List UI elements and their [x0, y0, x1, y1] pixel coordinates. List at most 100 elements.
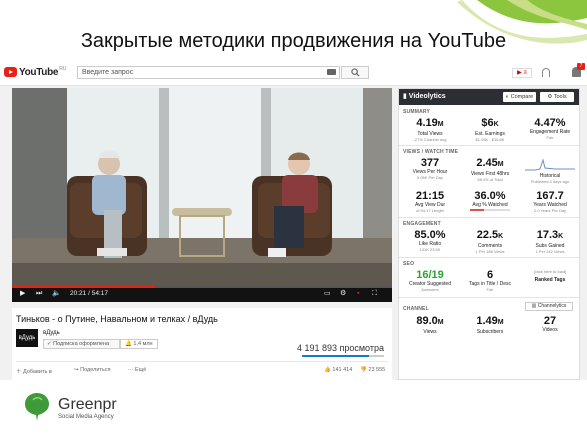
stat-value: 2.45: [476, 157, 498, 169]
tools-label: Tools: [553, 94, 567, 100]
stat-unit: K: [498, 233, 504, 240]
section-channel: CHANNEL: [403, 306, 429, 312]
stat-tags-in-title: 6 Tags in Title / Desc Fair: [461, 269, 519, 292]
stat-avg-view-dur: 21:15 Avg View Dur of 54:17 Length: [401, 190, 459, 213]
stat-label: Ranked Tags: [534, 277, 566, 283]
youtube-logo-text: YouTube: [19, 66, 59, 78]
subscribe-button[interactable]: ✓ Подписка оформлена: [43, 339, 120, 349]
upload-menu-icon[interactable]: ▶ ≡: [512, 68, 532, 78]
apps-icon[interactable]: [542, 68, 550, 77]
compare-button[interactable]: ◐ Compare: [503, 92, 536, 102]
stat-value: 6: [486, 269, 494, 281]
brand-tagline: Social Media Agency: [58, 414, 114, 420]
stat-value: 27: [543, 315, 557, 327]
section-seo: SEO: [403, 261, 415, 267]
stat-est-earnings: $6K Est. Earnings $1.05K - $16.8K: [461, 117, 519, 142]
add-to-button[interactable]: ＋ Добавить в: [16, 367, 52, 375]
current-time: 20:21: [70, 290, 87, 297]
play-icon[interactable]: ▶: [20, 290, 25, 298]
divider: [399, 217, 579, 218]
keyboard-icon[interactable]: [327, 69, 336, 75]
section-engagement: ENGAGEMENT: [403, 221, 441, 227]
videolytics-header: ▮ Videolytics ◐ Compare ⚙ Tools: [399, 89, 579, 105]
stat-label: Videos: [542, 327, 558, 333]
greenpr-logo-icon: [25, 393, 49, 421]
ranked-tags-load-link[interactable]: [click here to load]: [521, 269, 579, 274]
youtube-logo-suffix: RU: [59, 66, 67, 72]
slide: Закрытые методики продвижения на YouTube…: [0, 0, 587, 441]
stat-views-first-48: 2.45M Views First 48hrs 58.4% of Total: [461, 157, 519, 182]
section-views-watch: VIEWS / WATCH TIME: [403, 149, 459, 155]
stat-value: 377: [420, 157, 440, 169]
channelytics-label: Channelytics: [537, 303, 567, 309]
stat-value: 17.3: [536, 229, 559, 241]
stat-total-views: 4.19M Total Views -27% Channel avg: [401, 117, 459, 142]
brand-name: Greenpr: [58, 396, 117, 413]
dislike-count: 23 555: [368, 367, 386, 373]
more-button[interactable]: ⋯ Ещё: [128, 367, 146, 373]
stat-subs-gained: 17.3K Subs Gained 1 Per 242 Views: [521, 229, 579, 254]
tools-button[interactable]: ⚙ Tools: [540, 92, 574, 102]
avg-watched-bar: [470, 209, 510, 211]
playback-progress-fill: [12, 286, 155, 288]
divider: [16, 361, 388, 362]
dislike-button[interactable]: 👎 23 555: [360, 367, 385, 373]
stat-value: 4.47%: [534, 117, 566, 129]
stat-sub: 1 Per 186 Views: [475, 249, 505, 254]
stat-like-ratio: 85.0% Like Ratio 141K 23.5K: [401, 229, 459, 252]
stat-label: Avg % Watched: [472, 202, 508, 208]
stat-sub: Published 4 days ago: [530, 179, 570, 184]
divider: [399, 297, 579, 298]
stat-comments: 22.5K Comments 1 Per 186 Views: [461, 229, 519, 254]
stat-value: 36.0%: [474, 190, 506, 202]
stat-sub: 58.4% of Total: [477, 177, 503, 182]
stat-label: Subscribers: [476, 329, 504, 335]
stat-ranked-tags[interactable]: [click here to load] Ranked Tags: [521, 269, 579, 283]
channelytics-button[interactable]: ▥ Channelytics: [525, 302, 573, 311]
like-count: 141 414: [332, 367, 353, 373]
stat-value: 85.0%: [414, 229, 446, 241]
divider: [399, 257, 579, 258]
volume-icon[interactable]: 🔈: [52, 290, 61, 298]
stat-value: $6: [481, 117, 494, 129]
channel-avatar[interactable]: вДудь: [16, 329, 38, 347]
stat-years-watched: 167.7 Years Watched 2.0 Years Per Day: [521, 190, 579, 213]
stat-sub: Fair: [546, 135, 554, 140]
stat-channel-videos: 27 Videos: [521, 315, 579, 333]
stat-engagement-rate: 4.47% Engagement Rate Fair: [521, 117, 579, 140]
video-player[interactable]: ▶ ⏭ 🔈 20:21 / 54:17 ▭ ⚙ ▪ ⛶: [12, 88, 392, 302]
share-button[interactable]: ↪ Поделиться: [74, 367, 111, 373]
stat-unit: M: [497, 161, 504, 168]
stat-historical[interactable]: Historical Published 4 days ago: [521, 173, 579, 184]
youtube-screenshot: YouTube RU Введите запрос ▶ ≡ 7 ▶ ⏭ 🔈 20…: [0, 58, 587, 380]
fullscreen-icon[interactable]: ⛶: [372, 290, 377, 298]
stat-label: Views: [423, 329, 437, 335]
stat-unit: M: [497, 319, 504, 326]
subscribe-label: Подписка оформлена: [53, 341, 110, 347]
channel-name[interactable]: вДудь: [43, 330, 60, 336]
search-icon: [350, 68, 360, 77]
settings-gear-icon[interactable]: ⚙: [340, 290, 346, 298]
stat-creator-suggested: 16/19 Creator Suggested Awesome: [401, 269, 459, 292]
stat-avg-watched: 36.0% Avg % Watched: [461, 190, 519, 211]
stat-value: 4.19: [416, 117, 438, 129]
next-icon[interactable]: ⏭: [36, 290, 42, 298]
like-button[interactable]: 👍 141 414: [324, 367, 352, 373]
hd-badge-icon[interactable]: ▪: [357, 290, 359, 298]
playback-progress-bar[interactable]: [12, 286, 392, 288]
notifications-bell-icon[interactable]: 7: [572, 63, 585, 77]
duration: 54:17: [91, 290, 108, 297]
youtube-play-icon: [4, 67, 17, 77]
subtitles-icon[interactable]: ▭: [324, 290, 331, 298]
section-summary: SUMMARY: [403, 109, 431, 115]
divider: [399, 145, 579, 146]
view-count: 4 191 893 просмотра: [296, 343, 384, 353]
youtube-logo[interactable]: YouTube RU: [4, 66, 66, 78]
stat-sub: of 54:17 Length: [416, 208, 444, 213]
search-button[interactable]: [341, 66, 369, 79]
search-input[interactable]: Введите запрос: [77, 66, 340, 79]
subscriber-count-value: 1,4 млн: [133, 341, 153, 347]
stat-value: 167.7: [536, 190, 564, 202]
ranked-tags-load-label: click here to load: [534, 269, 565, 274]
stat-sub: $1.05K - $16.8K: [475, 137, 505, 142]
